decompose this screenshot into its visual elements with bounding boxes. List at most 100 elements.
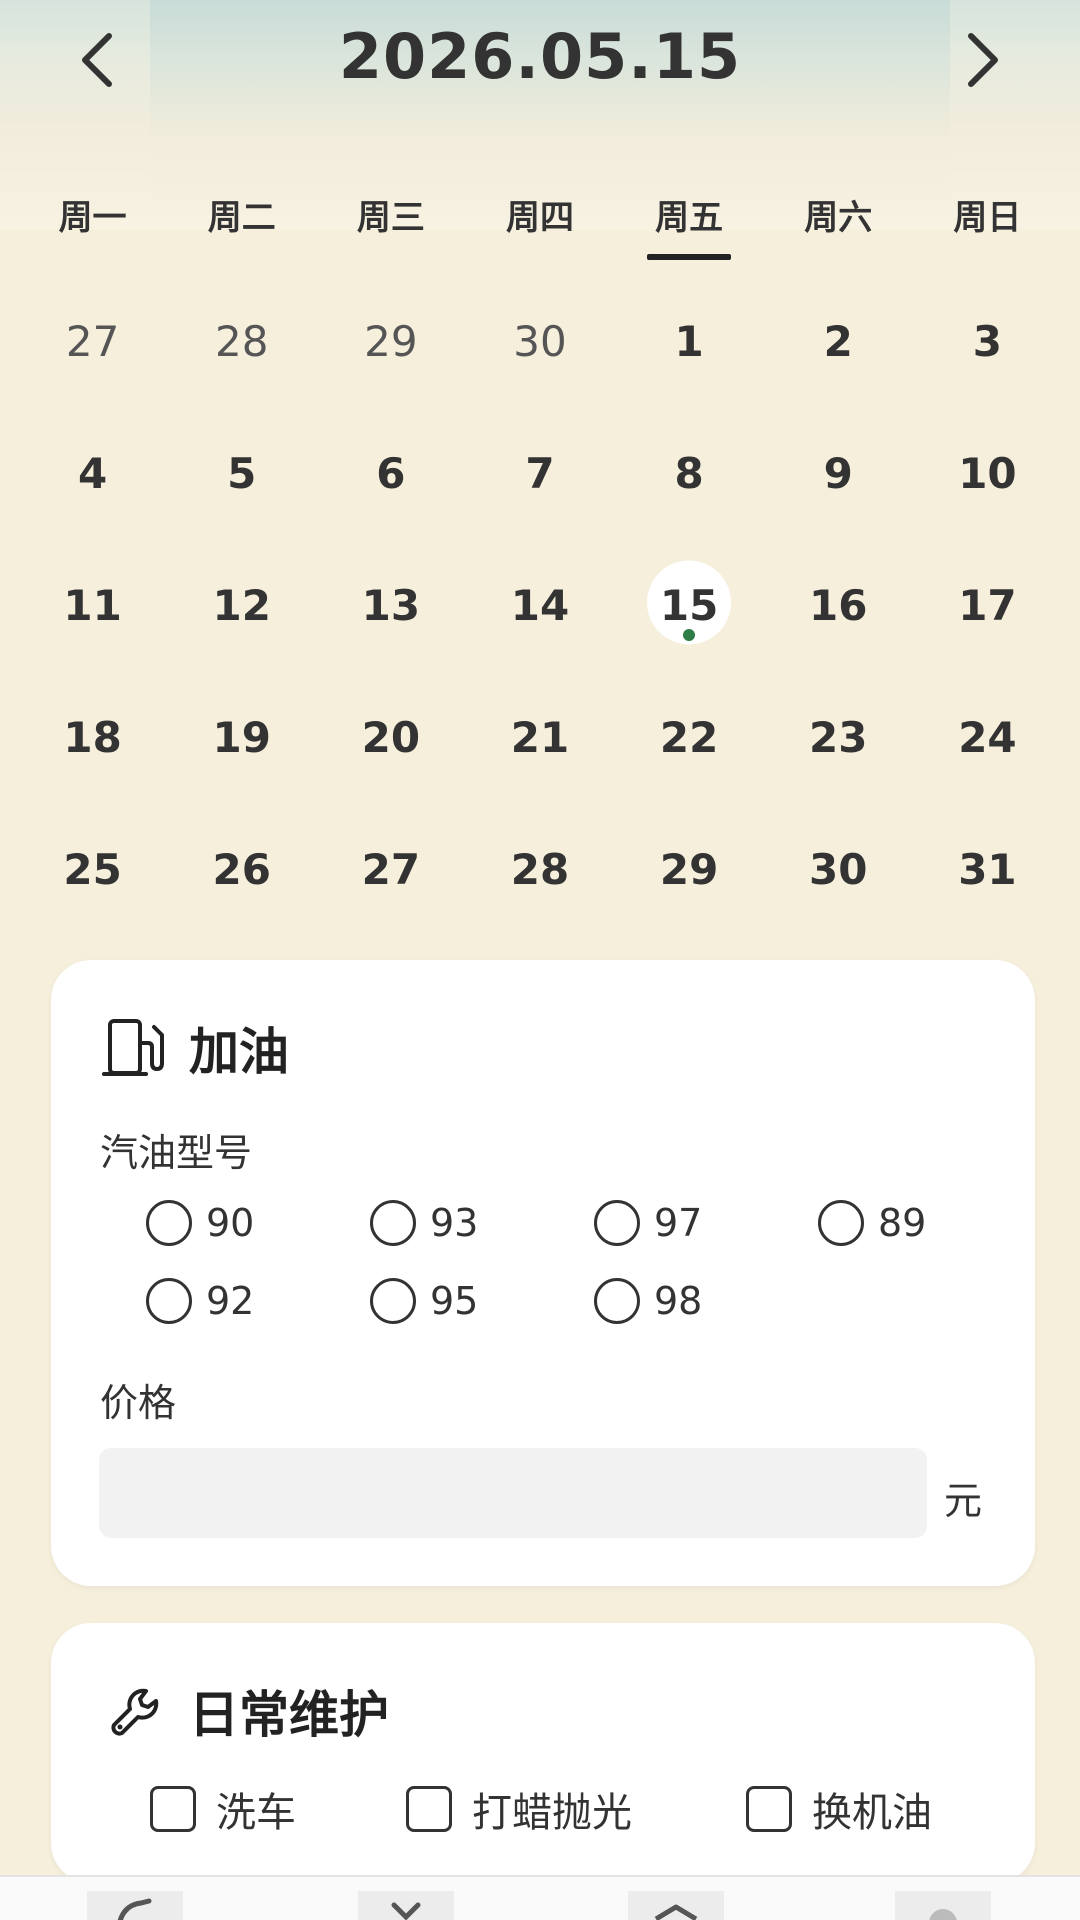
calendar-day-number: 12 <box>212 580 271 630</box>
calendar-day-number: 20 <box>361 712 421 762</box>
checkbox-icon <box>150 1786 196 1832</box>
calendar-day[interactable]: 19 <box>167 671 316 803</box>
calendar-day-number: 1 <box>674 316 704 366</box>
calendar-grid: 27 28 29 30 1 2 3 4 5 6 7 8 9 10 11 12 1… <box>18 275 1062 935</box>
calendar-day[interactable]: 29 <box>615 803 764 935</box>
calendar-day[interactable]: 16 <box>764 539 913 671</box>
calendar-day-number: 17 <box>958 580 1017 630</box>
calendar-day-number: 21 <box>510 712 570 762</box>
wrench-icon <box>101 1679 171 1743</box>
calendar-day-number: 29 <box>364 316 418 366</box>
fuel-option-label: 92 <box>206 1279 255 1323</box>
calendar-day-number: 2 <box>823 316 853 366</box>
calendar-day[interactable]: 13 <box>316 539 465 671</box>
calendar-day[interactable]: 10 <box>913 407 1062 539</box>
calendar-day[interactable]: 22 <box>615 671 764 803</box>
calendar-day-number: 8 <box>674 448 704 498</box>
bottom-navigation <box>0 1875 1080 1920</box>
price-input[interactable] <box>99 1448 927 1538</box>
calendar-day-number: 11 <box>63 580 122 630</box>
calendar-day[interactable]: 4 <box>18 407 167 539</box>
calendar-day[interactable]: 28 <box>167 275 316 407</box>
calendar-day[interactable]: 2 <box>764 275 913 407</box>
calendar-week-row: 18 19 20 21 22 23 24 <box>18 671 1062 803</box>
weekday-header: 周一 周二 周三 周四 周五 周六 周日 <box>0 190 1080 260</box>
calendar-day[interactable]: 28 <box>465 803 614 935</box>
fuel-card: 加油 汽油型号 90 93 97 89 92 95 98 价格 元 <box>51 960 1035 1586</box>
calendar-day-number: 23 <box>809 712 868 762</box>
calendar-day[interactable]: 25 <box>18 803 167 935</box>
calendar-week-row: 4 5 6 7 8 9 10 <box>18 407 1062 539</box>
checkbox-icon <box>406 1786 452 1832</box>
tab-profile[interactable] <box>895 1891 991 1920</box>
maintenance-option-label: 洗车 <box>216 1790 296 1836</box>
calendar-day[interactable]: 27 <box>18 275 167 407</box>
calendar-day-number: 16 <box>809 580 868 630</box>
maintenance-option-checkbox[interactable]: 打蜡抛光 <box>406 1780 746 1838</box>
maintenance-option-checkbox[interactable]: 洗车 <box>150 1780 406 1838</box>
calendar-day[interactable]: 24 <box>913 671 1062 803</box>
fuel-option-radio[interactable]: 98 <box>594 1278 818 1324</box>
fuel-option-label: 90 <box>206 1201 255 1245</box>
calendar-day[interactable]: 18 <box>18 671 167 803</box>
calendar-day[interactable]: 1 <box>615 275 764 407</box>
calendar-day[interactable]: 31 <box>913 803 1062 935</box>
calendar-day-number: 14 <box>510 580 570 630</box>
calendar-day[interactable]: 11 <box>18 539 167 671</box>
calendar-day[interactable]: 12 <box>167 539 316 671</box>
calendar-day-number: 28 <box>510 844 570 894</box>
tab-statistics[interactable] <box>358 1891 454 1920</box>
calendar-day[interactable]: 7 <box>465 407 614 539</box>
radio-circle-icon <box>370 1200 416 1246</box>
fuel-option-label: 93 <box>430 1201 479 1245</box>
calendar-day[interactable]: 20 <box>316 671 465 803</box>
calendar-day[interactable]: 6 <box>316 407 465 539</box>
radio-circle-icon <box>594 1200 640 1246</box>
calendar-day-number: 31 <box>958 844 1017 894</box>
fuel-option-radio[interactable]: 89 <box>818 1200 1042 1246</box>
calendar-day-number: 27 <box>65 316 120 366</box>
radio-circle-icon <box>146 1278 192 1324</box>
calendar-day[interactable]: 30 <box>764 803 913 935</box>
calendar-day-number: 5 <box>227 448 257 498</box>
calendar-day-number: 4 <box>77 448 108 498</box>
calendar-day-number: 28 <box>214 316 269 366</box>
maintenance-option-checkbox[interactable]: 换机油 <box>746 1780 932 1838</box>
calendar-day[interactable]: 8 <box>615 407 764 539</box>
fuel-card-header: 加油 <box>101 1012 289 1084</box>
tab-insurance[interactable] <box>628 1891 724 1920</box>
next-month-button[interactable] <box>948 22 1018 98</box>
calendar-day-number: 27 <box>361 844 421 894</box>
fuel-option-radio[interactable]: 95 <box>370 1278 594 1324</box>
calendar-day-number: 13 <box>361 580 421 630</box>
calendar-day-number: 24 <box>958 712 1017 762</box>
fuel-option-radio[interactable]: 90 <box>146 1200 370 1246</box>
radio-circle-icon <box>146 1200 192 1246</box>
checkbox-icon <box>746 1786 792 1832</box>
calendar-day[interactable]: 3 <box>913 275 1062 407</box>
calendar-day[interactable]: 30 <box>465 275 614 407</box>
calendar-week-row: 27 28 29 30 1 2 3 <box>18 275 1062 407</box>
tab-maintenance[interactable] <box>87 1891 183 1920</box>
cross-tab-icon <box>391 1902 421 1920</box>
fuel-option-radio[interactable]: 92 <box>146 1278 370 1324</box>
fuel-option-label: 97 <box>654 1201 703 1245</box>
calendar-day[interactable]: 26 <box>167 803 316 935</box>
calendar-day-number: 19 <box>212 712 271 762</box>
calendar-day-number: 22 <box>659 712 719 762</box>
fuel-option-radio[interactable]: 93 <box>370 1200 594 1246</box>
calendar-day[interactable]: 29 <box>316 275 465 407</box>
calendar-day[interactable]: 27 <box>316 803 465 935</box>
fuel-option-radio[interactable]: 97 <box>594 1200 818 1246</box>
shield-tab-icon <box>654 1904 698 1920</box>
calendar-day[interactable]: 21 <box>465 671 614 803</box>
calendar-day[interactable]: 9 <box>764 407 913 539</box>
calendar-day[interactable]: 23 <box>764 671 913 803</box>
calendar-day[interactable]: 14 <box>465 539 614 671</box>
weekday-label: 周四 <box>505 198 574 238</box>
calendar-day[interactable]: 17 <box>913 539 1062 671</box>
calendar-day-selected[interactable]: 15 <box>615 539 764 671</box>
calendar-day-number: 15 <box>659 580 719 630</box>
calendar-day[interactable]: 5 <box>167 407 316 539</box>
weekday-label: 周二 <box>207 198 276 238</box>
